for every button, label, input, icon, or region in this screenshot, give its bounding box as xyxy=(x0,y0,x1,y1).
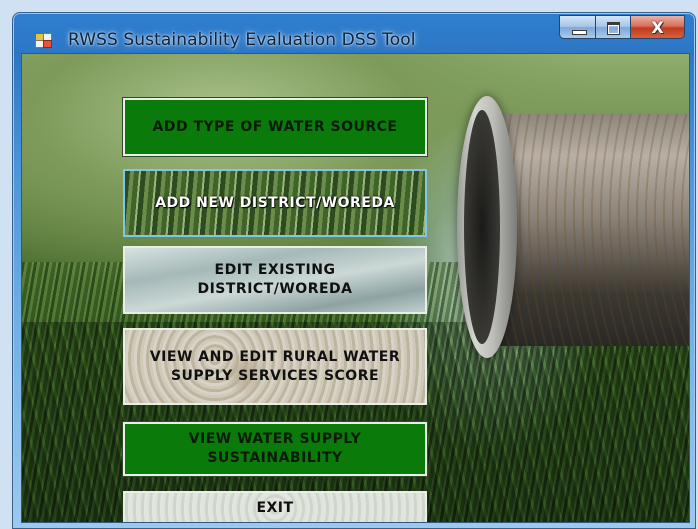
client-area: ADD TYPE OF WATER SOURCE ADD NEW DISTRIC… xyxy=(21,53,690,523)
view-sustainability-button[interactable]: VIEW WATER SUPPLY SUSTAINABILITY xyxy=(123,422,427,476)
minimize-icon xyxy=(572,30,587,35)
pipe-opening xyxy=(464,110,500,344)
add-new-district-button[interactable]: ADD NEW DISTRICT/WOREDA xyxy=(123,169,427,237)
exit-button[interactable]: EXIT xyxy=(123,491,427,522)
app-window: RWSS Sustainability Evaluation DSS Tool … xyxy=(12,12,696,529)
maximize-icon xyxy=(607,22,620,35)
close-button[interactable]: X xyxy=(631,15,685,39)
title-bar[interactable]: RWSS Sustainability Evaluation DSS Tool … xyxy=(13,13,695,53)
edit-existing-district-button[interactable]: EDIT EXISTING DISTRICT/WOREDA xyxy=(123,246,427,314)
app-icon xyxy=(35,33,52,48)
close-icon: X xyxy=(651,17,664,37)
window-controls: X xyxy=(559,15,685,39)
view-edit-services-score-button[interactable]: VIEW AND EDIT RURAL WATER SUPPLY SERVICE… xyxy=(123,328,427,405)
add-water-source-type-button[interactable]: ADD TYPE OF WATER SOURCE xyxy=(123,98,427,156)
pipe-rust-texture xyxy=(492,114,689,346)
minimize-button[interactable] xyxy=(559,15,596,39)
window-title: RWSS Sustainability Evaluation DSS Tool xyxy=(68,30,416,50)
maximize-button[interactable] xyxy=(596,15,631,39)
